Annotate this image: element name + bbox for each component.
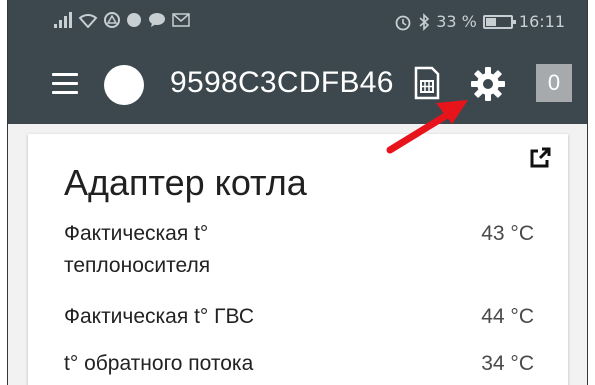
sensor-value: 44 °C	[481, 305, 534, 328]
triangle-icon	[104, 12, 120, 28]
battery-icon	[482, 14, 516, 29]
wifi-icon	[78, 14, 98, 28]
circle-app-icon	[127, 13, 141, 27]
sensor-value: 43 °C	[481, 222, 534, 245]
gear-icon[interactable]	[470, 66, 506, 102]
status-bar: 33 % 16:11	[8, 0, 587, 44]
sensor-label: Фактическая t° теплоносителя	[64, 222, 211, 277]
signal-icon	[54, 12, 72, 28]
sensor-value: 34 °C	[481, 352, 534, 375]
sensor-row: Фактическая t° ГВС 44 °C	[64, 301, 534, 333]
card-title: Адаптер котла	[64, 162, 307, 203]
clock: 16:11	[518, 12, 565, 31]
notification-icons	[54, 12, 190, 28]
app-bar: 9598C3CDFB46 0	[8, 44, 587, 124]
device-id-title: 9598C3CDFB46	[170, 66, 394, 99]
phone-screen: 33 % 16:11 9598C3CDFB46 0 Адаптер котла …	[7, 0, 588, 385]
chat-icon	[149, 13, 165, 27]
sim-card-icon[interactable]	[414, 66, 440, 100]
external-link-icon[interactable]	[528, 146, 552, 170]
notification-badge[interactable]: 0	[536, 64, 572, 102]
boiler-adapter-card: Адаптер котла Фактическая t° теплоносител…	[28, 134, 568, 385]
sensor-label: Фактическая t° ГВС	[64, 305, 254, 328]
mail-icon	[172, 13, 190, 27]
alarm-icon	[395, 15, 411, 30]
menu-icon[interactable]	[52, 73, 78, 95]
sensor-row: t° обратного потока 34 °C	[64, 348, 534, 380]
bluetooth-icon	[419, 12, 430, 31]
device-avatar[interactable]	[104, 65, 144, 105]
battery-percent: 33 %	[436, 12, 477, 31]
sensor-label: t° обратного потока	[64, 352, 254, 375]
system-status: 33 % 16:11	[394, 12, 565, 31]
sensor-row: Фактическая t° теплоносителя 43 °C	[64, 218, 534, 282]
